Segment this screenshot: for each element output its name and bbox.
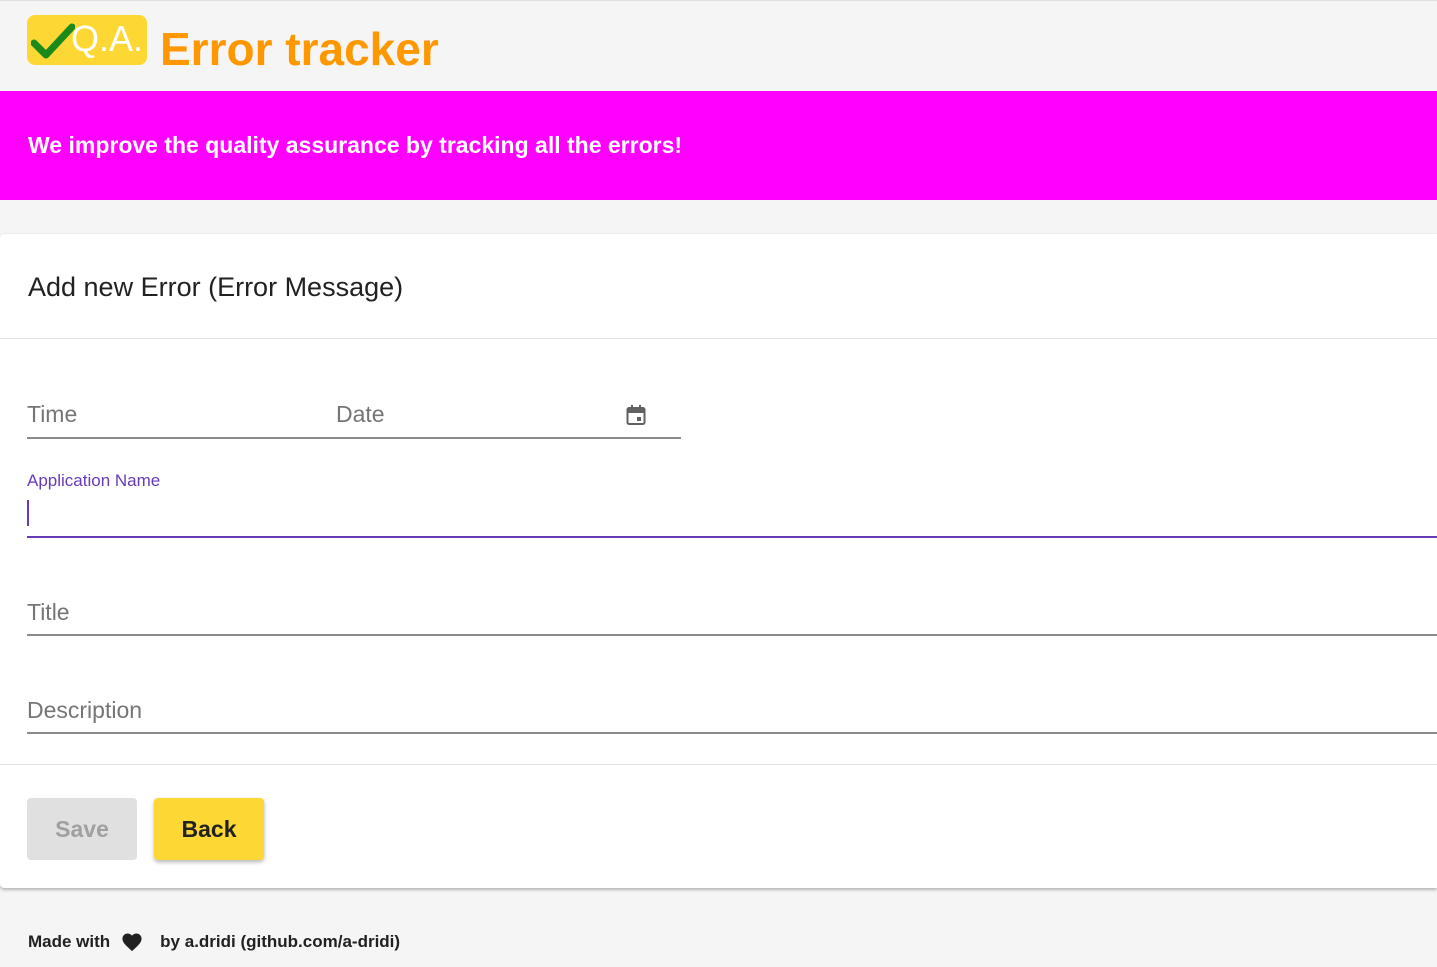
- check-icon: [31, 23, 75, 59]
- date-underline: [328, 437, 681, 439]
- text-cursor: [27, 500, 29, 526]
- add-error-form: Add new Error (Error Message) Time Date …: [0, 234, 1437, 888]
- description-underline: [27, 732, 1437, 734]
- app-header: Q.A. Error tracker: [0, 0, 1437, 91]
- qa-logo: Q.A.: [27, 15, 147, 65]
- footer: Made with by a.dridi (github.com/a-dridi…: [28, 930, 400, 954]
- logo-text: Q.A.: [71, 18, 144, 59]
- back-button[interactable]: Back: [154, 798, 264, 860]
- date-label: Date: [336, 401, 385, 427]
- form-title: Add new Error (Error Message): [28, 272, 404, 302]
- time-underline: [27, 437, 328, 439]
- title-label: Title: [27, 599, 70, 625]
- time-label: Time: [27, 401, 78, 427]
- form-header-divider: [0, 338, 1437, 339]
- application-name-field[interactable]: [27, 470, 1437, 538]
- time-field[interactable]: Time: [27, 394, 328, 439]
- heart-icon: [122, 933, 142, 952]
- calendar-icon[interactable]: [626, 404, 646, 426]
- application-name-label: Application Name: [27, 471, 161, 490]
- save-button[interactable]: Save: [27, 798, 137, 860]
- tagline-banner: We improve the quality assurance by trac…: [0, 91, 1437, 200]
- author-credit: by a.dridi (github.com/a-dridi): [160, 932, 401, 951]
- title-field[interactable]: Title: [27, 590, 1437, 636]
- app-title: Error tracker: [160, 23, 439, 75]
- description-field[interactable]: Description: [27, 688, 1437, 734]
- made-with-text: Made with: [28, 932, 111, 951]
- tagline-text: We improve the quality assurance by trac…: [28, 132, 683, 158]
- application-name-underline: [27, 536, 1437, 538]
- form-actions-divider: [0, 764, 1437, 765]
- description-label: Description: [27, 697, 143, 723]
- title-underline: [27, 634, 1437, 636]
